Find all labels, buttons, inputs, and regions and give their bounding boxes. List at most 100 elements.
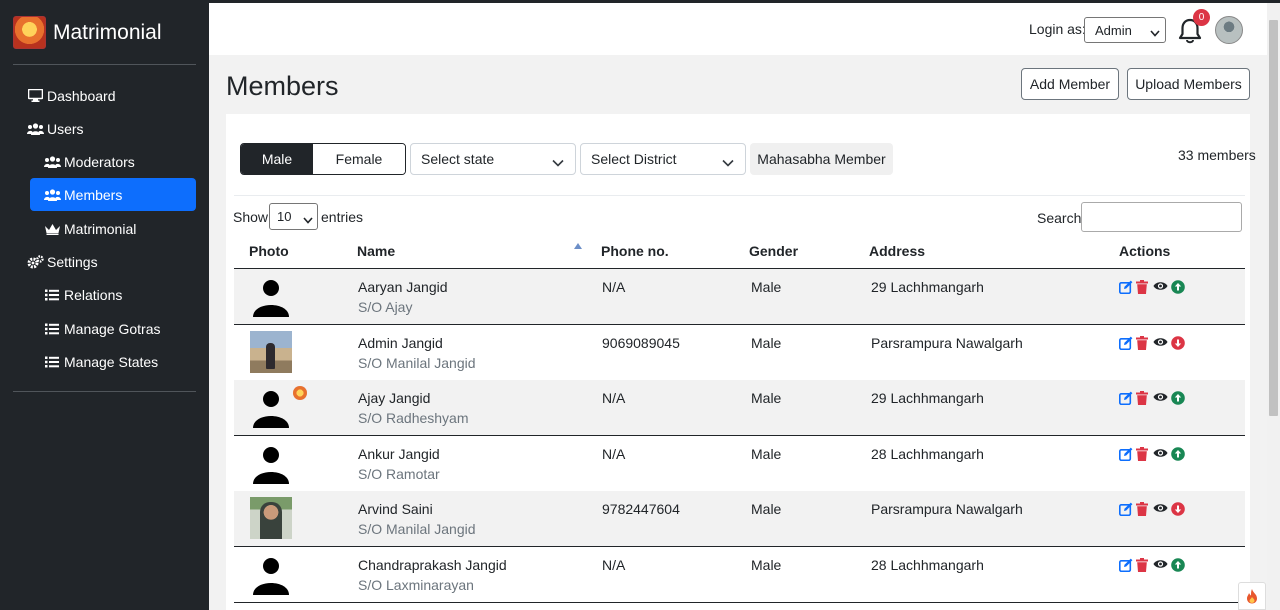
row-actions <box>1119 446 1185 461</box>
search-label: Search: <box>1037 210 1086 226</box>
brand-logo <box>13 16 46 49</box>
sidebar-item-label: Moderators <box>64 153 135 170</box>
sidebar-item-manage-gotras[interactable]: Manage Gotras <box>30 312 196 345</box>
entries-length-value: 10 <box>277 209 292 224</box>
arrow-up-circle-icon[interactable] <box>1171 280 1185 294</box>
sidebar-item-settings[interactable]: Settings <box>26 245 192 278</box>
entries-length-select[interactable]: 10 <box>269 203 318 230</box>
brand[interactable]: Matrimonial <box>13 16 162 49</box>
users-icon <box>43 188 61 202</box>
member-photo <box>250 497 292 540</box>
sidebar-item-moderators[interactable]: Moderators <box>30 145 196 178</box>
eye-icon[interactable] <box>1153 280 1168 294</box>
sidebar-divider <box>13 391 196 392</box>
sidebar-item-matrimonial[interactable]: Matrimonial <box>30 212 196 245</box>
member-gender: Male <box>751 557 782 573</box>
arrow-up-circle-icon[interactable] <box>1171 446 1185 461</box>
row-actions <box>1119 558 1185 572</box>
table-row: Arvind Saini S/O Manilal Jangid 9782447604… <box>234 491 1245 548</box>
users-icon <box>43 155 61 169</box>
sidebar-item-label: Manage Gotras <box>64 320 161 337</box>
trash-icon[interactable] <box>1136 446 1150 461</box>
edit-icon[interactable] <box>1119 502 1133 517</box>
arrow-down-circle-icon[interactable] <box>1171 335 1185 350</box>
mahasabha-member-button[interactable]: Mahasabha Member <box>750 143 893 175</box>
top-header: Login as: Admin 0 <box>209 3 1267 55</box>
district-select-value: Select District <box>591 151 677 167</box>
eye-icon[interactable] <box>1153 502 1168 516</box>
trash-icon[interactable] <box>1136 280 1150 294</box>
arrow-up-circle-icon[interactable] <box>1171 391 1185 405</box>
state-select[interactable]: Select state <box>410 143 576 175</box>
entries-label: entries <box>321 209 364 225</box>
edit-icon[interactable] <box>1119 280 1133 294</box>
eye-icon[interactable] <box>1153 558 1168 572</box>
chevron-down-icon <box>722 154 734 170</box>
arrow-up-circle-icon[interactable] <box>1171 558 1185 572</box>
sidebar-item-dashboard[interactable]: Dashboard <box>26 79 192 112</box>
column-header-address[interactable]: Address <box>869 243 925 259</box>
gears-icon <box>26 254 44 269</box>
district-select[interactable]: Select District <box>580 143 746 175</box>
arrow-down-circle-icon[interactable] <box>1171 502 1185 517</box>
member-phone: N/A <box>602 557 626 573</box>
column-header-gender[interactable]: Gender <box>749 243 798 259</box>
member-phone: N/A <box>602 390 626 407</box>
member-name: Chandraprakash Jangid <box>358 557 507 573</box>
chevron-down-icon <box>303 212 313 227</box>
sidebar-item-label: Dashboard <box>47 87 116 104</box>
column-header-photo[interactable]: Photo <box>249 243 289 259</box>
member-gender: Male <box>751 445 782 462</box>
edit-icon[interactable] <box>1119 336 1133 350</box>
member-relation: S/O Ramotar <box>358 465 440 482</box>
sidebar-item-label: Users <box>47 120 84 137</box>
trash-icon[interactable] <box>1136 335 1150 350</box>
fire-button[interactable] <box>1238 582 1266 610</box>
member-photo-placeholder <box>250 386 292 429</box>
sidebar-item-users[interactable]: Users <box>26 112 192 145</box>
trash-icon[interactable] <box>1136 558 1150 572</box>
column-header-phone[interactable]: Phone no. <box>601 243 669 259</box>
sidebar-divider <box>13 64 196 65</box>
trash-icon[interactable] <box>1136 391 1150 406</box>
notification-badge: 0 <box>1193 9 1210 26</box>
edit-icon[interactable] <box>1119 558 1133 572</box>
list-icon <box>43 322 61 336</box>
column-header-name[interactable]: Name <box>357 243 395 259</box>
column-header-actions: Actions <box>1119 243 1171 259</box>
avatar[interactable] <box>1215 16 1243 44</box>
male-toggle-button[interactable]: Male <box>241 144 313 174</box>
member-gender: Male <box>751 501 782 518</box>
trash-icon[interactable] <box>1136 502 1150 517</box>
row-actions <box>1119 502 1185 517</box>
search-input[interactable] <box>1081 202 1242 232</box>
member-name: Ajay Jangid <box>358 390 431 407</box>
sidebar-item-label: Members <box>64 186 123 203</box>
table-row: Ankur Jangid S/O Ramotar N/A Male 28 Lachhma… <box>234 436 1245 492</box>
filter-divider <box>234 195 1245 196</box>
sidebar-item-members[interactable]: Members <box>30 178 196 211</box>
add-member-button[interactable]: Add Member <box>1021 68 1119 100</box>
eye-icon[interactable] <box>1153 447 1168 461</box>
upload-members-button[interactable]: Upload Members <box>1127 68 1250 100</box>
edit-icon[interactable] <box>1119 447 1133 461</box>
member-phone: 9069089045 <box>602 334 680 351</box>
member-relation: S/O Radheshyam <box>358 410 469 427</box>
scrollbar-thumb[interactable] <box>1269 20 1278 416</box>
page-scrollbar[interactable] <box>1267 3 1280 610</box>
sidebar-item-manage-states[interactable]: Manage States <box>30 345 196 378</box>
eye-icon[interactable] <box>1153 391 1168 405</box>
member-address: 29 Lachhmangarh <box>871 390 984 407</box>
eye-icon[interactable] <box>1153 336 1168 350</box>
chevron-down-icon <box>1150 25 1160 40</box>
member-relation: S/O Ajay <box>358 299 413 315</box>
female-toggle-button[interactable]: Female <box>313 144 405 174</box>
role-select[interactable]: Admin <box>1084 17 1166 43</box>
member-name: Ankur Jangid <box>358 445 440 462</box>
edit-icon[interactable] <box>1119 391 1133 406</box>
member-gender: Male <box>751 390 782 407</box>
login-as-label: Login as: <box>1029 21 1086 37</box>
member-phone: 9782447604 <box>602 501 680 518</box>
sidebar-item-relations[interactable]: Relations <box>30 278 196 311</box>
member-address: Parsrampura Nawalgarh <box>871 501 1023 518</box>
